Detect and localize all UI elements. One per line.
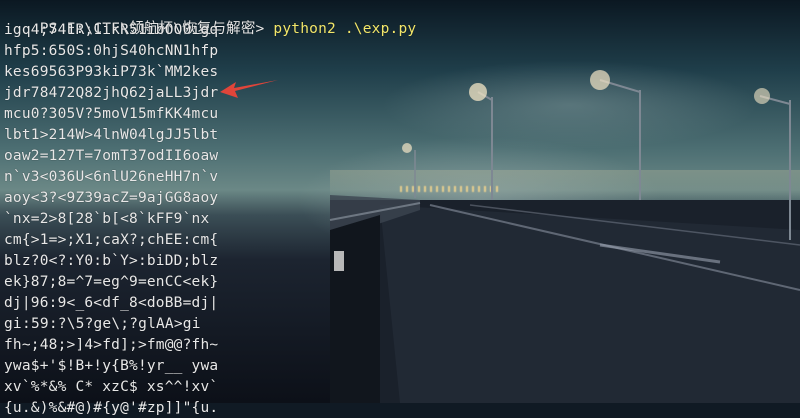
- output-line: hfp5:650S:0hjS40hcNN1hfp: [4, 43, 219, 59]
- output-line: igq4;741R;1ikR51ibOO0igq: [4, 22, 219, 38]
- output-line: jdr78472Q82jhQ62jaLL3jdr: [4, 85, 219, 101]
- output-line: ywa$+'$!B+!y{B%!yr__ ywa: [4, 358, 219, 374]
- output-line: gi:59:?\5?ge\;?glAA>gi: [4, 316, 201, 332]
- output-line: xv`%*&% C* xzC$ xs^^!xv`: [4, 379, 219, 395]
- text-cursor: [334, 251, 344, 271]
- output-line: blz?0<?:Y0:b`Y>:biDD;blz: [4, 253, 219, 269]
- output-line: lbt1>214W>4lnW04lgJJ5lbt: [4, 127, 219, 143]
- red-arrow-icon: [220, 80, 278, 98]
- output-line: cm{>1=>;X1;caX?;chEE:cm{: [4, 232, 219, 248]
- output-line: fh~;48;>]4>fd];>fm@@?fh~: [4, 337, 219, 353]
- output-line: kes69563P93kiP73k`MM2kes: [4, 64, 219, 80]
- powershell-terminal[interactable]: PS F:\CTF\领航杯\恢复与解密> python2 .\exp.py ig…: [0, 0, 800, 416]
- output-line: aoy<3?<9Z39acZ=9ajGG8aoy: [4, 190, 219, 206]
- output-line: `nx=2>8[28`b[<8`kFF9`nx: [4, 211, 210, 227]
- output-line: dj|96:9<_6<df_8<doBB=dj|: [4, 295, 219, 311]
- command-text: python2 .\exp.py: [273, 21, 417, 37]
- output-line: {u.&)%&#@)#{y@'#zp]]"{u.: [4, 400, 219, 416]
- output-line: oaw2=127T=7omT37odII6oaw: [4, 148, 219, 164]
- output-line: ek}87;8=^7=eg^9=enCC<ek}: [4, 274, 219, 290]
- output-line: mcu0?305V?5moV15mfKK4mcu: [4, 106, 219, 122]
- output-line: n`v3<036U<6nlU26neHH7n`v: [4, 169, 219, 185]
